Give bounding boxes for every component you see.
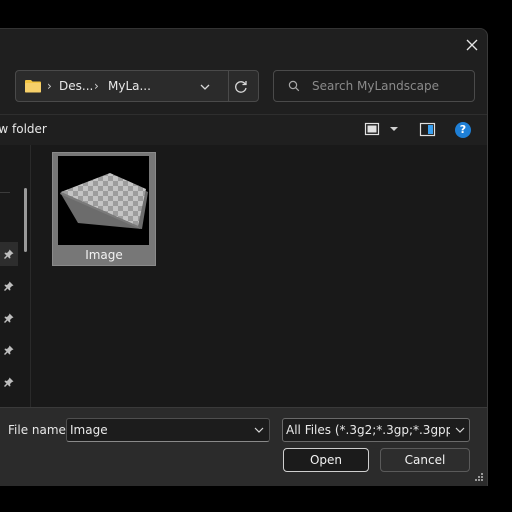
view-mode-icon xyxy=(364,122,398,136)
checkerboard-plane-thumbnail xyxy=(60,173,148,229)
search-box[interactable] xyxy=(273,70,475,102)
pin-icon xyxy=(4,249,14,259)
help-button[interactable]: ? xyxy=(455,122,471,138)
file-name-label: Image xyxy=(85,248,123,262)
file-type-value: All Files (*.3g2;*.3gp;*.3gpp;*.3g xyxy=(286,423,450,437)
file-type-select[interactable]: All Files (*.3g2;*.3gp;*.3gpp;*.3g xyxy=(282,418,470,442)
pin-icon xyxy=(4,345,14,355)
quick-access-item[interactable] xyxy=(0,274,18,298)
content-area: Image xyxy=(0,145,487,419)
file-name-combobox[interactable] xyxy=(66,418,270,442)
search-input[interactable] xyxy=(312,77,467,95)
command-bar xyxy=(0,115,487,145)
navigation-pane xyxy=(0,145,31,419)
file-thumbnail xyxy=(58,156,149,245)
dialog-footer: File name: All Files (*.3g2;*.3gp;*.3gpp… xyxy=(0,407,487,486)
preview-pane-button[interactable] xyxy=(419,121,437,139)
close-button[interactable] xyxy=(462,35,482,55)
cancel-button[interactable]: Cancel xyxy=(380,448,470,472)
quick-access-item[interactable] xyxy=(0,242,18,266)
open-button[interactable]: Open xyxy=(283,448,369,472)
address-divider xyxy=(228,71,229,101)
quick-access-item[interactable] xyxy=(0,338,18,362)
quick-access-item[interactable] xyxy=(0,370,18,394)
nav-divider xyxy=(0,192,10,193)
preview-pane-icon xyxy=(419,122,436,137)
breadcrumb-desktop[interactable]: Des... xyxy=(59,79,93,93)
file-open-dialog: › Des... › MyLa... ew folder xyxy=(0,28,488,486)
pin-icon xyxy=(4,313,14,323)
file-item-image[interactable]: Image xyxy=(52,152,156,266)
chevron-down-icon xyxy=(455,427,465,433)
file-name-input[interactable] xyxy=(70,422,240,438)
chevron-down-icon[interactable] xyxy=(198,80,212,94)
pin-icon xyxy=(4,281,14,291)
view-mode-button[interactable] xyxy=(364,121,404,139)
address-bar[interactable]: › Des... › MyLa... xyxy=(15,70,259,102)
quick-access-item[interactable] xyxy=(0,306,18,330)
folder-icon xyxy=(25,80,41,93)
file-name-label: File name: xyxy=(8,423,70,437)
new-folder-button[interactable]: ew folder xyxy=(0,122,47,136)
close-icon xyxy=(466,39,478,51)
breadcrumb-mylandscape[interactable]: MyLa... xyxy=(108,79,151,93)
chevron-down-icon[interactable] xyxy=(253,424,265,436)
nav-scrollbar[interactable] xyxy=(24,188,27,252)
search-icon xyxy=(288,80,300,92)
resize-grip-icon[interactable] xyxy=(474,472,484,482)
refresh-icon[interactable] xyxy=(233,79,249,95)
breadcrumb-separator: › xyxy=(47,79,52,93)
breadcrumb-separator: › xyxy=(94,79,99,93)
pin-icon xyxy=(4,377,14,387)
